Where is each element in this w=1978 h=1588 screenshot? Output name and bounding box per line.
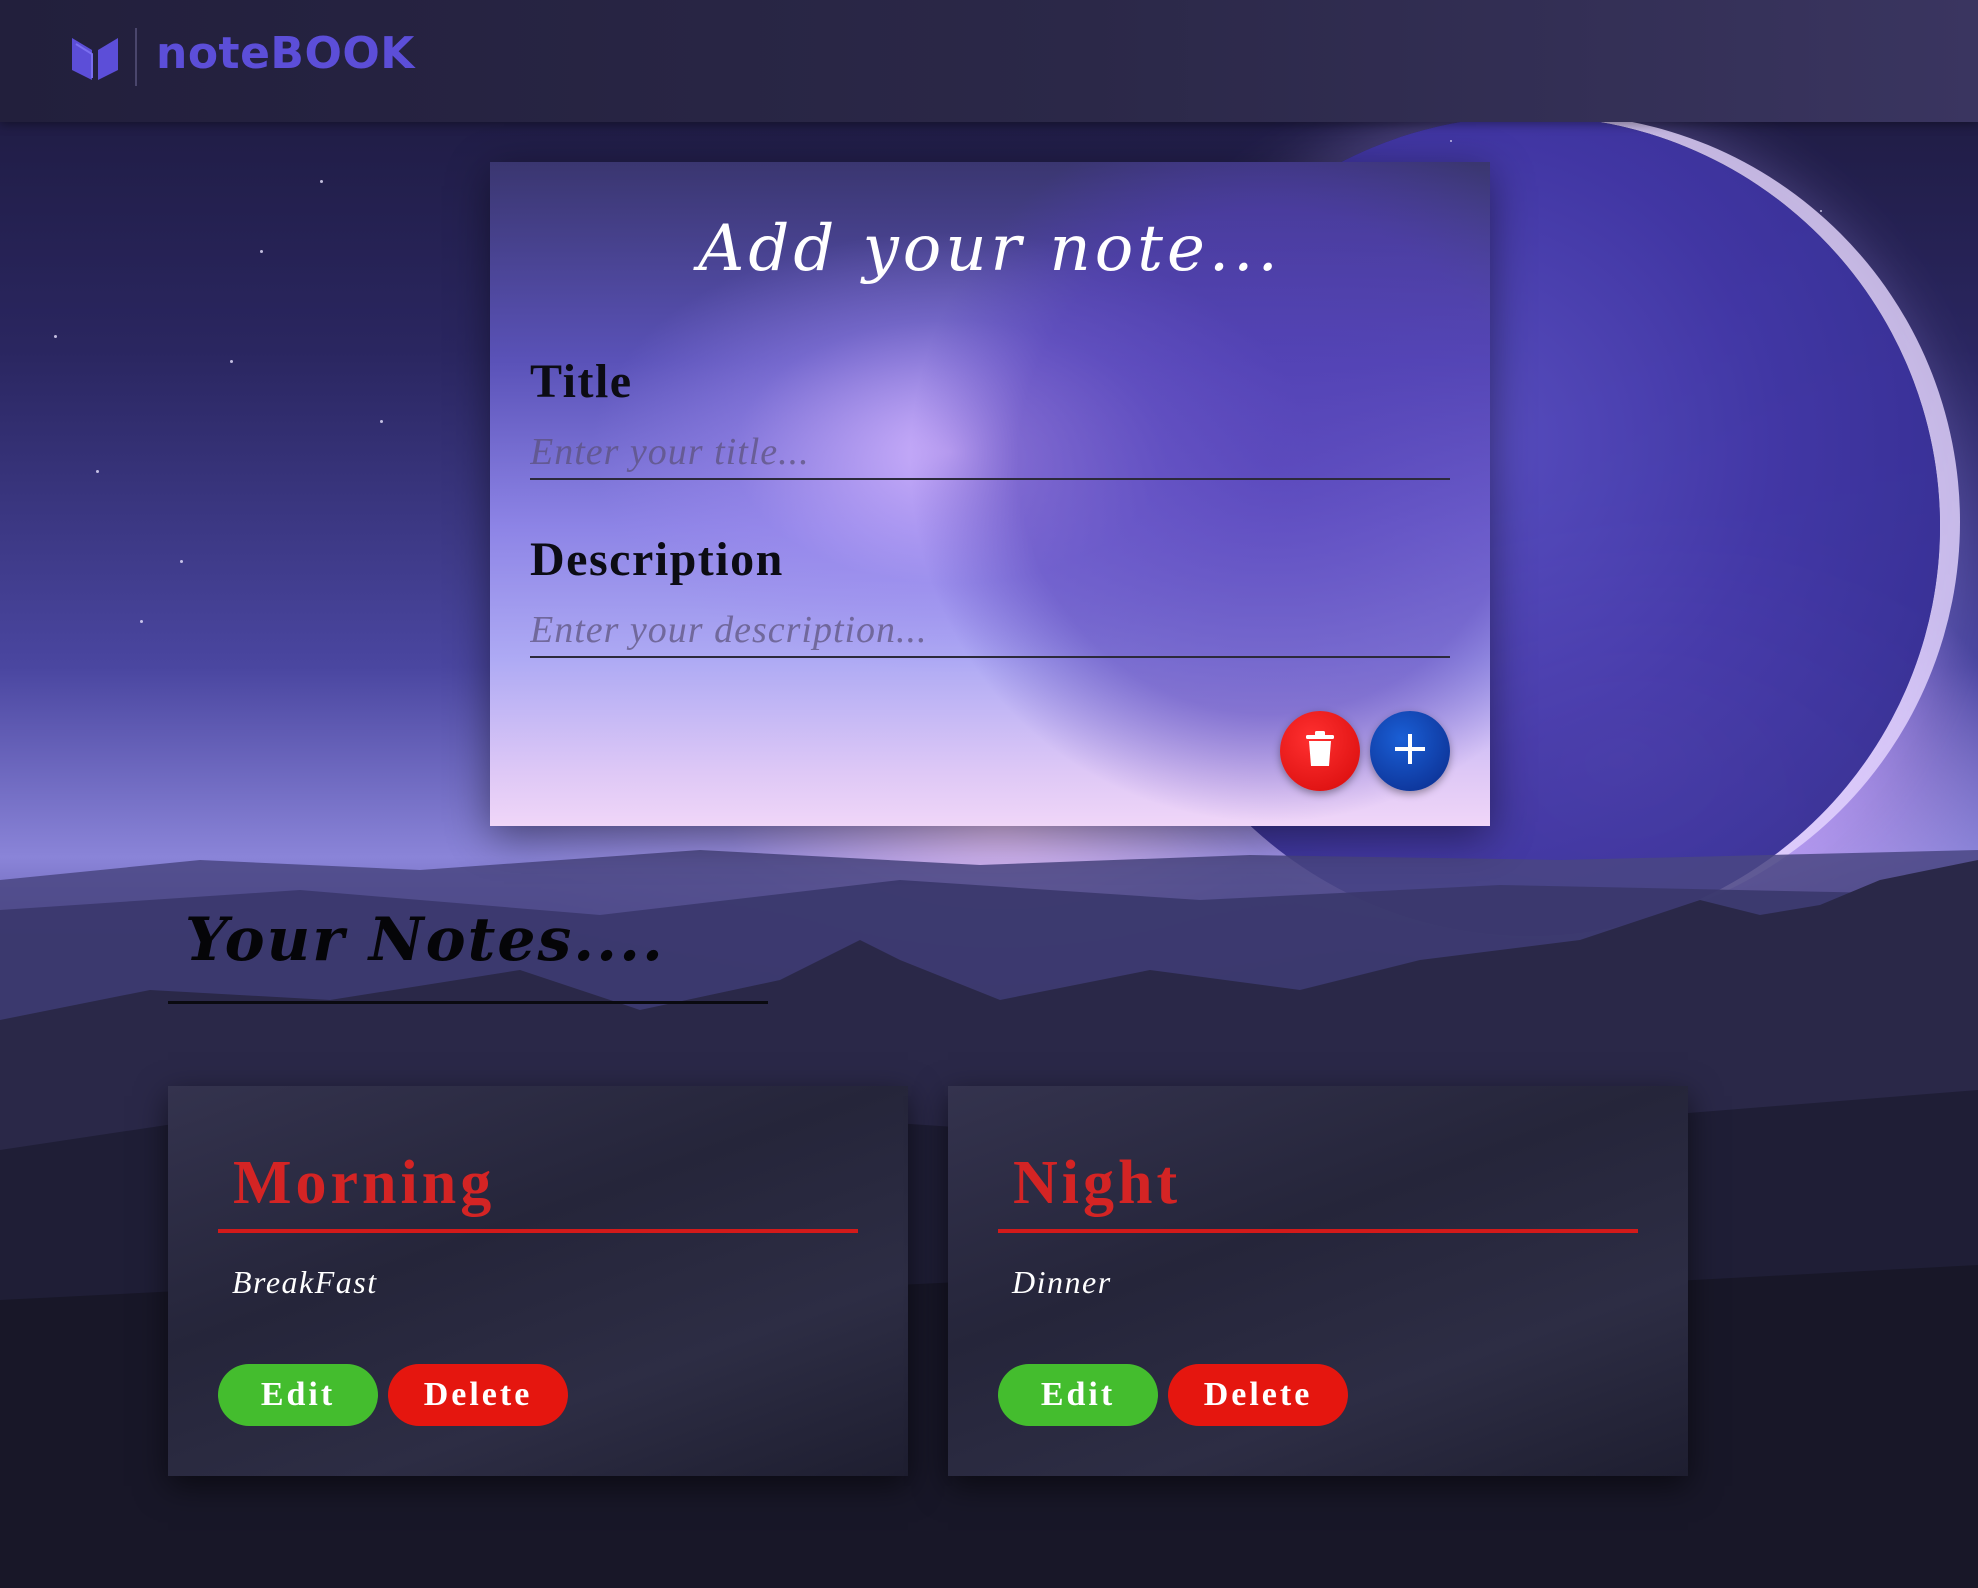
add-note-card: Add your note... Title Description bbox=[490, 162, 1490, 826]
add-note-heading: Add your note... bbox=[698, 212, 1282, 286]
edit-note-button[interactable]: Edit bbox=[218, 1364, 378, 1426]
edit-note-button[interactable]: Edit bbox=[998, 1364, 1158, 1426]
brand-name[interactable]: noteBOOK bbox=[156, 28, 415, 79]
book-logo-icon[interactable] bbox=[70, 34, 120, 82]
note-title-rule bbox=[998, 1229, 1638, 1233]
description-input[interactable] bbox=[530, 604, 1450, 658]
description-label: Description bbox=[530, 533, 784, 586]
add-note-button[interactable] bbox=[1370, 711, 1450, 791]
delete-note-button[interactable]: Delete bbox=[388, 1364, 568, 1426]
plus-icon bbox=[1392, 731, 1428, 772]
title-input[interactable] bbox=[530, 426, 1450, 480]
note-description: Dinner bbox=[1012, 1264, 1112, 1300]
note-title: Night bbox=[1013, 1149, 1182, 1217]
note-description: BreakFast bbox=[232, 1264, 378, 1300]
trash-icon bbox=[1303, 730, 1337, 773]
your-notes-heading: Your Notes.... bbox=[185, 905, 665, 975]
note-card: Morning BreakFast Edit Delete bbox=[168, 1086, 908, 1476]
note-title-rule bbox=[218, 1229, 858, 1233]
note-card: Night Dinner Edit Delete bbox=[948, 1086, 1688, 1476]
logo-divider bbox=[135, 28, 137, 86]
clear-note-button[interactable] bbox=[1280, 711, 1360, 791]
note-title: Morning bbox=[233, 1149, 496, 1217]
your-notes-underline bbox=[168, 1001, 768, 1004]
navbar: noteBOOK bbox=[0, 0, 1978, 122]
delete-note-button[interactable]: Delete bbox=[1168, 1364, 1348, 1426]
title-label: Title bbox=[530, 355, 633, 408]
